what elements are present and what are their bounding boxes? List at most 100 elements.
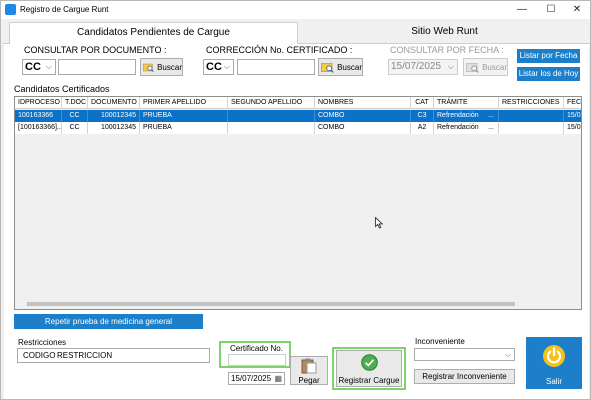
cell-documento: 100012345 xyxy=(88,110,140,122)
cell-tdoc: CC xyxy=(62,122,88,134)
cell-segundo-apellido xyxy=(228,122,315,134)
search-by-document-label-text: Buscar xyxy=(157,62,182,72)
exit-button-label: Salir xyxy=(545,377,562,386)
certificate-number-input[interactable] xyxy=(237,59,315,75)
cell-documento: 100012345 xyxy=(88,122,140,134)
restrictions-label: Restricciones xyxy=(18,338,67,347)
column-header[interactable]: DOCUMENTO xyxy=(88,97,140,109)
chevron-down-icon: ⌵ xyxy=(223,62,230,71)
column-header[interactable]: FEC xyxy=(564,97,581,109)
inconvenience-label: Inconveniente xyxy=(415,337,465,346)
document-type-value: CC xyxy=(25,61,41,73)
title-bar: Registro de Cargue Runt — ☐ ✕ xyxy=(1,1,590,19)
search-by-date-label-text: Buscar xyxy=(482,62,507,72)
power-icon xyxy=(543,345,565,367)
minimize-button[interactable]: — xyxy=(509,2,535,18)
search-by-certificate-button[interactable]: Buscar xyxy=(318,58,363,76)
scrollbar-thumb[interactable] xyxy=(27,302,515,306)
table-row[interactable]: 100163366 CC 100012345 PRUEBA COMBO C3 R… xyxy=(15,110,581,122)
certificate-number-field[interactable] xyxy=(228,354,286,366)
maximize-button[interactable]: ☐ xyxy=(538,2,564,18)
certificate-doc-type-select[interactable]: CC ⌵ xyxy=(203,59,234,75)
paste-button[interactable]: Pegar xyxy=(290,356,328,385)
close-button[interactable]: ✕ xyxy=(564,2,590,18)
candidates-panel: CONSULTAR POR DOCUMENTO : CC ⌵ Buscar CO… xyxy=(4,44,589,399)
calendar-icon: ▦ xyxy=(274,374,282,383)
certificate-date-value: 15/07/2025 xyxy=(231,374,272,383)
column-header[interactable]: PRIMER APELLIDO xyxy=(140,97,228,109)
cell-tramite-text: Refrendación xyxy=(437,112,479,119)
cell-idproceso: 100163366 xyxy=(15,110,62,122)
repeat-medical-test-button[interactable]: Repetir prueba de medicina general xyxy=(14,314,203,329)
cell-tdoc: CC xyxy=(62,110,88,122)
folder-search-icon xyxy=(466,62,479,73)
cell-primer-apellido: PRUEBA xyxy=(140,110,228,122)
column-header[interactable]: TRÁMITE xyxy=(434,97,499,109)
cell-cat: A2 xyxy=(411,122,434,134)
search-by-date-button[interactable]: Buscar xyxy=(463,58,508,76)
cell-tramite: Refrendación ... xyxy=(434,122,499,134)
document-input[interactable] xyxy=(58,59,136,75)
exit-button[interactable]: Salir xyxy=(526,337,582,389)
clipboard-icon xyxy=(301,358,317,374)
tab-sitio-web-runt[interactable]: Sitio Web Runt xyxy=(301,22,588,43)
cell-cat: C3 xyxy=(411,110,434,122)
document-type-select[interactable]: CC ⌵ xyxy=(22,59,56,75)
table-row[interactable]: [100163366]... CC 100012345 PRUEBA COMBO… xyxy=(15,122,581,134)
restrictions-code-header: CODIGO xyxy=(23,351,56,360)
search-by-certificate-label-text: Buscar xyxy=(337,62,362,72)
search-by-certificate-label: CORRECCIÓN No. CERTIFICADO : xyxy=(206,45,353,55)
mouse-cursor-icon xyxy=(375,217,383,229)
column-header[interactable]: T.DOC xyxy=(62,97,88,109)
certificate-date-picker[interactable]: 15/07/2025 ▦ xyxy=(228,372,285,385)
cell-idproceso: [100163366]... xyxy=(15,122,62,134)
chevron-down-icon: ⌵ xyxy=(504,350,511,359)
cell-tramite-more-button[interactable]: ... xyxy=(488,110,494,122)
column-header[interactable]: IDPROCESO xyxy=(15,97,62,109)
cell-tramite-text: Refrendación xyxy=(437,124,479,131)
register-load-label: Registrar Cargue xyxy=(338,376,400,385)
chevron-down-icon: ⌵ xyxy=(45,62,52,71)
main-window: Registro de Cargue Runt — ☐ ✕ Candidatos… xyxy=(0,0,591,400)
cell-fecha: 15/0 xyxy=(564,110,581,122)
grid-horizontal-scrollbar[interactable] xyxy=(15,299,581,309)
column-header[interactable]: NOMBRES xyxy=(315,97,411,109)
search-by-document-button[interactable]: Buscar xyxy=(140,58,183,76)
list-by-date-button[interactable]: Listar por Fecha xyxy=(517,49,580,63)
column-header[interactable]: RESTRICCIONES xyxy=(499,97,564,109)
candidates-grid: IDPROCESO T.DOC DOCUMENTO PRIMER APELLID… xyxy=(14,96,582,310)
cell-primer-apellido: PRUEBA xyxy=(140,122,228,134)
cell-segundo-apellido xyxy=(228,110,315,122)
tab-strip: Candidatos Pendientes de Cargue Sitio We… xyxy=(3,20,590,45)
column-header[interactable]: CAT xyxy=(411,97,434,109)
chevron-down-icon: ⌵ xyxy=(447,62,454,71)
search-date-picker[interactable]: 15/07/2025 ⌵ xyxy=(388,59,458,75)
cell-restricciones xyxy=(499,110,564,122)
folder-search-icon xyxy=(321,62,334,73)
certificate-number-label: Certificado No. xyxy=(230,344,283,353)
inconvenience-select[interactable]: ⌵ xyxy=(414,348,515,361)
certificate-doc-type-value: CC xyxy=(206,61,222,73)
search-by-date-label: CONSULTAR POR FECHA : xyxy=(390,45,504,55)
window-title: Registro de Cargue Runt xyxy=(20,5,109,14)
search-date-value: 15/07/2025 xyxy=(391,61,442,72)
app-icon xyxy=(5,4,16,15)
cell-tramite: Refrendación ... xyxy=(434,110,499,122)
restrictions-list[interactable]: CODIGO RESTRICCION xyxy=(17,348,210,363)
register-load-button[interactable]: Registrar Cargue xyxy=(336,350,402,387)
grid-header: IDPROCESO T.DOC DOCUMENTO PRIMER APELLID… xyxy=(15,97,581,109)
cell-tramite-more-button[interactable]: ... xyxy=(488,122,494,134)
cell-fecha: 15/0 xyxy=(564,122,581,134)
grid-title: Candidatos Certificados xyxy=(14,84,110,94)
paste-button-label: Pegar xyxy=(298,376,320,385)
register-inconvenience-button[interactable]: Registrar Inconveniente xyxy=(414,369,515,384)
tab-candidatos-pendientes[interactable]: Candidatos Pendientes de Cargue xyxy=(9,22,298,45)
folder-search-icon xyxy=(143,63,154,72)
cell-nombres: COMBO xyxy=(315,122,411,134)
column-header[interactable]: SEGUNDO APELLIDO xyxy=(228,97,315,109)
cell-restricciones xyxy=(499,122,564,134)
list-today-button[interactable]: Listar los de Hoy xyxy=(517,67,580,81)
restrictions-name-header: RESTRICCION xyxy=(57,351,113,360)
cell-nombres: COMBO xyxy=(315,110,411,122)
checkmark-icon xyxy=(361,354,378,371)
